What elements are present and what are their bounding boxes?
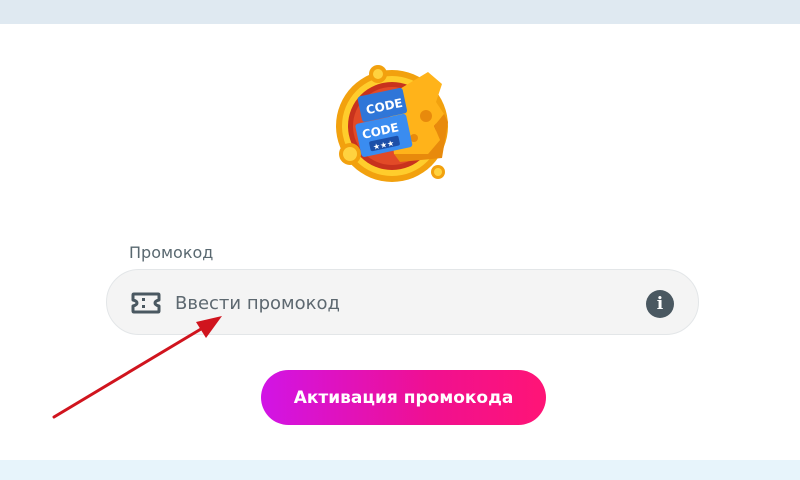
- top-band: [0, 0, 800, 24]
- info-icon[interactable]: i: [646, 290, 674, 318]
- promo-code-label: Промокод: [129, 243, 214, 262]
- promo-logo: CODE CODE ★★★: [330, 62, 460, 192]
- ticket-icon: [131, 290, 161, 316]
- bottom-band: [0, 460, 800, 480]
- promo-code-input[interactable]: [175, 284, 635, 322]
- activate-promo-button[interactable]: Активация промокода: [261, 370, 546, 425]
- promo-code-field[interactable]: i: [106, 269, 699, 335]
